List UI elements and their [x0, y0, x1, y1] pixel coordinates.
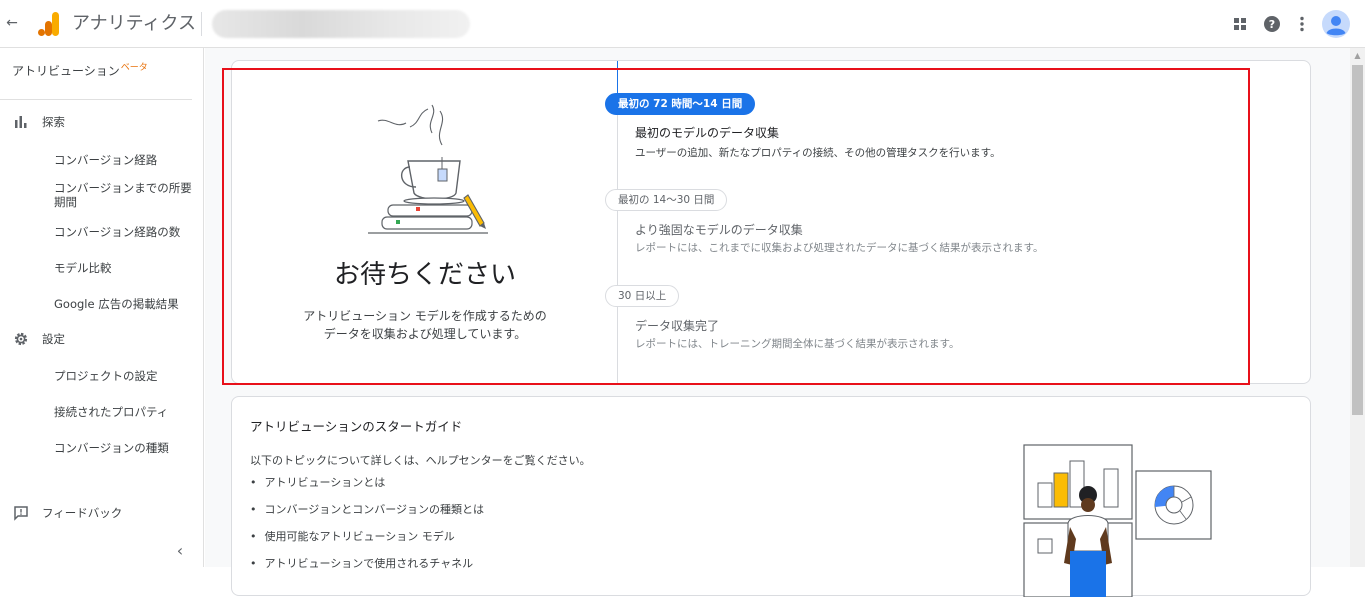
- feedback-icon: [12, 504, 30, 522]
- avatar[interactable]: [1322, 10, 1350, 38]
- start-guide-card: アトリビューションのスタートガイド 以下のトピックについて詳しくは、ヘルプセンタ…: [231, 396, 1311, 597]
- gear-icon: [12, 330, 30, 348]
- sidebar-item-google-ads-performance[interactable]: Google 広告の掲載結果: [54, 297, 194, 311]
- timeline-period-1: 最初の 72 時間〜14 日間: [605, 93, 756, 115]
- guide-topic-item[interactable]: 使用可能なアトリビューション モデル: [250, 530, 484, 557]
- app-title: アナリティクス: [72, 13, 197, 34]
- guide-topic-item[interactable]: コンバージョンとコンバージョンの種類とは: [250, 503, 485, 530]
- step-1-title: 最初のモデルのデータ収集: [635, 126, 780, 140]
- timeline-progress: [617, 61, 618, 93]
- left-nav: アトリビューションベータ 探索 コンバージョン経路 コンバージョンまでの所要期間…: [0, 48, 204, 567]
- analytics-logo-icon[interactable]: [38, 12, 60, 36]
- timeline-period-3: 30 日以上: [605, 285, 680, 307]
- guide-topic-item[interactable]: アトリビューションとは: [250, 476, 484, 503]
- bar-chart-icon: [12, 113, 30, 131]
- sidebar-item-path-length[interactable]: コンバージョン経路の数: [54, 225, 194, 239]
- sidebar-item-conversion-paths[interactable]: コンバージョン経路: [54, 153, 194, 167]
- analytics-person-illustration: [1023, 444, 1212, 597]
- timeline-period-2: 最初の 14〜30 日間: [605, 189, 728, 211]
- svg-text:?: ?: [1269, 18, 1275, 31]
- scrollbar-thumb[interactable]: [1352, 65, 1363, 415]
- back-arrow-icon[interactable]: ←: [4, 13, 20, 33]
- scroll-up-arrow-icon[interactable]: ▲: [1350, 48, 1365, 64]
- account-selector[interactable]: [212, 10, 470, 38]
- sidebar-item-connected-properties[interactable]: 接続されたプロパティ: [54, 405, 194, 419]
- guide-topic-item[interactable]: アトリビューションで使用されるチャネル: [250, 557, 484, 584]
- step-3-title: データ収集完了: [635, 319, 720, 333]
- beta-badge: ベータ: [120, 63, 148, 73]
- top-app-bar: ← アナリティクス ?: [0, 0, 1365, 48]
- page-scrollbar[interactable]: ▲: [1350, 48, 1365, 567]
- more-vert-icon[interactable]: [1290, 12, 1314, 36]
- sidebar-heading: アトリビューションベータ: [12, 63, 148, 78]
- sidebar-item-feedback[interactable]: フィードバック: [12, 503, 122, 523]
- guide-intro: 以下のトピックについて詳しくは、ヘルプセンターをご覧ください。: [250, 454, 591, 467]
- sidebar-item-time-to-conversion[interactable]: コンバージョンまでの所要期間: [54, 181, 194, 209]
- guide-title: アトリビューションのスタートガイド: [250, 419, 463, 434]
- sidebar-item-model-comparison[interactable]: モデル比較: [54, 261, 194, 275]
- processing-card: お待ちください アトリビューション モデルを作成するための データを収集および処…: [231, 60, 1311, 385]
- wait-title: お待ちください: [333, 260, 516, 290]
- step-2-description: レポートには、これまでに収集および処理されたデータに基づく結果が表示されます。: [635, 242, 1044, 254]
- main-content: お待ちください アトリビューション モデルを作成するための データを収集および処…: [205, 48, 1350, 597]
- step-2-title: より強固なモデルのデータ収集: [635, 223, 803, 237]
- sidebar-divider: [0, 99, 192, 100]
- sidebar-section-explore[interactable]: 探索: [12, 112, 65, 132]
- step-3-description: レポートには、トレーニング期間全体に基づく結果が表示されます。: [635, 338, 960, 350]
- step-1-description: ユーザーの追加、新たなプロパティの接続、その他の管理タスクを行います。: [635, 147, 1001, 159]
- collapse-chevron-icon[interactable]: ‹: [172, 541, 188, 561]
- sidebar-item-project-settings[interactable]: プロジェクトの設定: [54, 369, 194, 383]
- guide-topic-list: アトリビューションとは コンバージョンとコンバージョンの種類とは 使用可能なアト…: [250, 476, 485, 584]
- coffee-books-illustration: [368, 104, 488, 234]
- sidebar-item-conversion-types[interactable]: コンバージョンの種類: [54, 441, 194, 455]
- title-divider: [201, 12, 202, 36]
- sidebar-section-settings[interactable]: 設定: [12, 329, 65, 349]
- wait-description: アトリビューション モデルを作成するための データを収集および処理しています。: [303, 309, 547, 341]
- apps-grid-icon[interactable]: [1228, 12, 1252, 36]
- help-icon[interactable]: ?: [1260, 12, 1284, 36]
